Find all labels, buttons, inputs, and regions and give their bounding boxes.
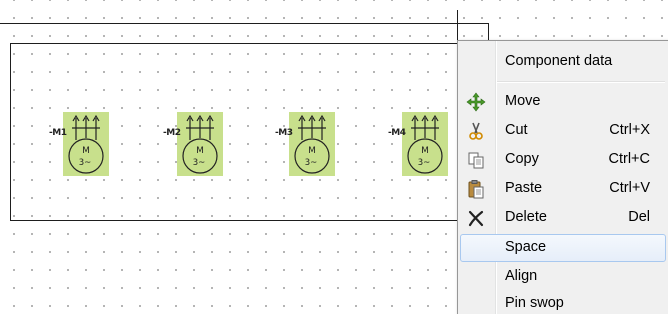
motor-symbol-label: M: [308, 146, 316, 156]
motor-phase-label: 3~: [79, 158, 92, 168]
menu-item-align[interactable]: Align: [460, 263, 666, 291]
menu-item-label: Move: [505, 93, 541, 109]
motor-tag: -M4: [388, 128, 406, 138]
menu-item-label: Component data: [505, 53, 613, 69]
motor-symbol-m3[interactable]: M 3~ -M3: [275, 112, 335, 176]
motor-symbol-m2[interactable]: M 3~ -M2: [163, 112, 223, 176]
motor-symbol-m4[interactable]: M 3~ -M4: [388, 112, 448, 176]
motor-symbol-graphic: M 3~: [63, 112, 109, 176]
motor-tag: -M2: [163, 128, 181, 138]
menu-item-label: Align: [505, 268, 538, 284]
motor-symbol-label: M: [196, 146, 204, 156]
motor-phase-label: 3~: [418, 158, 431, 168]
menu-item-pin-swop[interactable]: Pin swop: [460, 290, 666, 314]
menu-item-label: Delete: [505, 209, 547, 225]
delete-icon: [466, 208, 486, 228]
selection-top-line: [10, 43, 458, 44]
motor-symbol-m1[interactable]: M 3~ -M1: [49, 112, 109, 176]
menu-item-shortcut: Del: [628, 209, 650, 225]
menu-item-label: Paste: [505, 180, 543, 196]
menu-separator: [497, 81, 665, 83]
cut-icon: [466, 121, 486, 141]
paste-icon: [466, 179, 486, 199]
motor-symbol-graphic: M 3~: [177, 112, 223, 176]
menu-item-copy[interactable]: Copy Ctrl+C: [460, 146, 666, 174]
motor-symbol-graphic: M 3~: [289, 112, 335, 176]
menu-item-label: Space: [505, 239, 547, 255]
menu-item-label: Pin swop: [505, 295, 564, 311]
selection-bottom-line: [10, 220, 458, 221]
menu-item-shortcut: Ctrl+X: [609, 122, 650, 138]
copy-icon: [466, 150, 486, 170]
menu-item-space[interactable]: Space: [460, 234, 666, 262]
motor-phase-label: 3~: [193, 158, 206, 168]
menu-item-component-data[interactable]: Component data: [460, 48, 666, 76]
selection-left-line: [10, 43, 11, 221]
motor-tag: -M1: [49, 128, 67, 138]
menu-item-move[interactable]: Move: [460, 88, 666, 116]
cursor-vertical-line: [457, 10, 458, 44]
context-menu: Component data Move Cut Ctrl+X Copy Ctrl…: [457, 40, 668, 314]
frame-top-line: [0, 23, 488, 24]
motor-symbol-label: M: [82, 146, 90, 156]
motor-tag: -M3: [275, 128, 293, 138]
menu-item-label: Cut: [505, 122, 528, 138]
motor-symbol-label: M: [421, 146, 429, 156]
move-icon: [466, 92, 486, 112]
menu-item-shortcut: Ctrl+V: [609, 180, 650, 196]
menu-item-label: Copy: [505, 151, 539, 167]
motor-symbol-graphic: M 3~: [402, 112, 448, 176]
menu-item-delete[interactable]: Delete Del: [460, 204, 666, 232]
motor-phase-label: 3~: [305, 158, 318, 168]
menu-item-paste[interactable]: Paste Ctrl+V: [460, 175, 666, 203]
menu-item-cut[interactable]: Cut Ctrl+X: [460, 117, 666, 145]
menu-item-shortcut: Ctrl+C: [608, 151, 651, 167]
